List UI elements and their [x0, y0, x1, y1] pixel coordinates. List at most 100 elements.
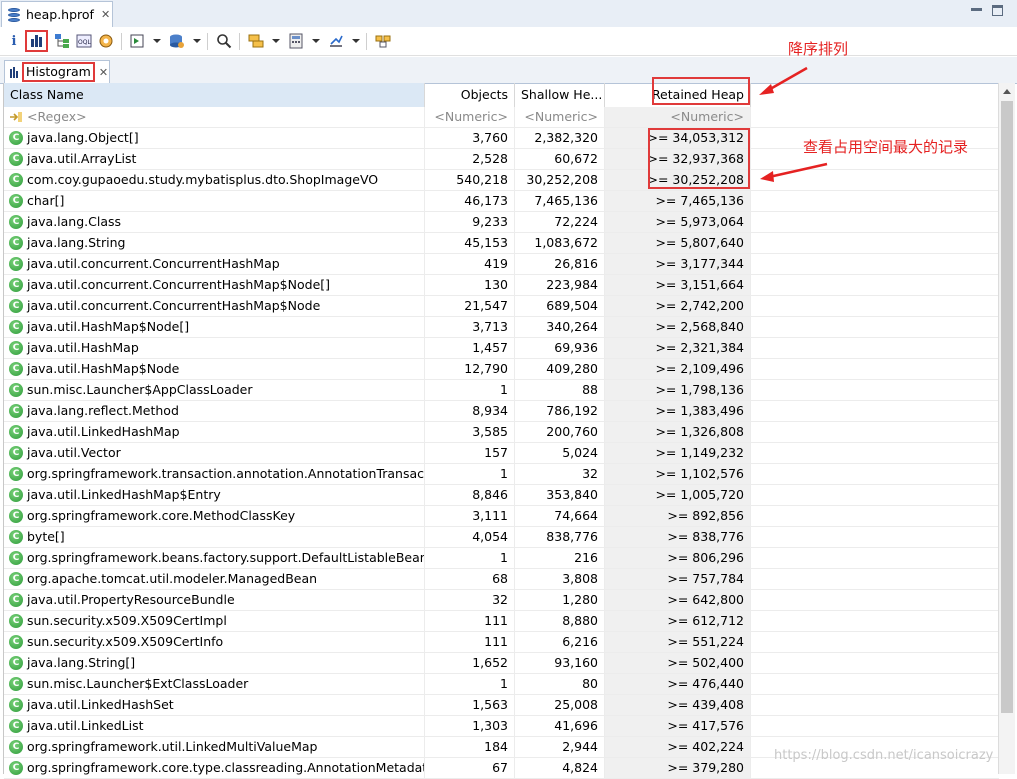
- shallow-heap-cell: 340,264: [515, 317, 605, 337]
- retained-heap-cell: >= 642,800: [605, 590, 751, 610]
- vertical-scrollbar[interactable]: [998, 83, 1015, 774]
- editor-tab-heap[interactable]: heap.hprof ✕: [1, 1, 113, 27]
- table-row[interactable]: Cjava.util.LinkedHashMap 3,585 200,760 >= 1…: [4, 422, 999, 443]
- table-row[interactable]: Cjava.lang.Class 9,233 72,224 >= 5,973,064: [4, 212, 999, 233]
- objects-cell: 111: [425, 611, 515, 631]
- table-row[interactable]: Csun.security.x509.X509CertImpl 111 8,880 >…: [4, 611, 999, 632]
- class-name-cell: Corg.apache.tomcat.util.modeler.ManagedB…: [4, 569, 425, 589]
- class-name-cell: Cjava.util.HashMap$Node[]: [4, 317, 425, 337]
- class-name-text: java.util.concurrent.ConcurrentHashMap$N…: [27, 298, 321, 313]
- class-name-cell: Csun.security.x509.X509CertImpl: [4, 611, 425, 631]
- chevron-down-icon[interactable]: [193, 39, 201, 43]
- class-icon: C: [9, 341, 23, 355]
- column-header-class-name[interactable]: Class Name: [4, 83, 425, 107]
- table-row[interactable]: Corg.springframework.core.MethodClassKey…: [4, 506, 999, 527]
- toolbar: i OQL: [0, 27, 1017, 56]
- close-icon[interactable]: ✕: [99, 66, 108, 79]
- table-row[interactable]: Corg.springframework.transaction.annotat…: [4, 464, 999, 485]
- table-row[interactable]: Cjava.lang.String 45,153 1,083,672 >= 5,807…: [4, 233, 999, 254]
- objects-cell: 1: [425, 674, 515, 694]
- shallow-heap-filter-input[interactable]: <Numeric>: [515, 107, 605, 127]
- class-name-filter-input[interactable]: <Regex>: [4, 107, 425, 127]
- calculate-button[interactable]: [286, 31, 306, 51]
- retained-heap-cell: >= 806,296: [605, 548, 751, 568]
- view-tab-bar: Histogram ✕: [0, 57, 1017, 84]
- class-icon: C: [9, 131, 23, 145]
- close-icon[interactable]: ✕: [101, 8, 110, 21]
- info-button[interactable]: i: [4, 31, 24, 51]
- class-icon: C: [9, 509, 23, 523]
- table-row[interactable]: Cchar[] 46,173 7,465,136 >= 7,465,136: [4, 191, 999, 212]
- annotation-view-largest: 查看占用空间最大的记录: [803, 138, 969, 156]
- class-name-text: java.util.Vector: [27, 445, 121, 460]
- shallow-heap-cell: 8,880: [515, 611, 605, 631]
- minimize-button[interactable]: [971, 5, 982, 11]
- shallow-heap-cell: 409,280: [515, 359, 605, 379]
- objects-filter-input[interactable]: <Numeric>: [425, 107, 515, 127]
- table-row[interactable]: Cjava.util.HashMap$Node 12,790 409,280 >= 2…: [4, 359, 999, 380]
- table-row[interactable]: Cjava.util.LinkedHashMap$Entry 8,846 353,8…: [4, 485, 999, 506]
- table-row[interactable]: Corg.springframework.beans.factory.suppo…: [4, 548, 999, 569]
- class-name-text: org.springframework.transaction.annotati…: [27, 466, 425, 481]
- shallow-heap-cell: 7,465,136: [515, 191, 605, 211]
- class-name-cell: Cjava.util.concurrent.ConcurrentHashMap: [4, 254, 425, 274]
- retained-heap-cell: >= 2,568,840: [605, 317, 751, 337]
- table-row[interactable]: Csun.misc.Launcher$ExtClassLoader 1 80 >= 4…: [4, 674, 999, 695]
- table-row[interactable]: Cjava.util.HashMap$Node[] 3,713 340,264 >= …: [4, 317, 999, 338]
- search-button[interactable]: [214, 31, 234, 51]
- table-row[interactable]: Cbyte[] 4,054 838,776 >= 838,776: [4, 527, 999, 548]
- table-row[interactable]: Ccom.coy.gupaoedu.study.mybatisplus.dto.…: [4, 170, 999, 191]
- class-icon: C: [9, 698, 23, 712]
- class-name-cell: Corg.springframework.util.LinkedMultiVal…: [4, 737, 425, 757]
- column-header-shallow-heap[interactable]: Shallow He...: [515, 83, 605, 107]
- shallow-heap-cell: 2,944: [515, 737, 605, 757]
- shallow-heap-cell: 689,504: [515, 296, 605, 316]
- maximize-button[interactable]: [992, 5, 1003, 16]
- tab-histogram-label: Histogram: [22, 62, 95, 82]
- class-icon: C: [9, 467, 23, 481]
- run-report-button[interactable]: [127, 31, 147, 51]
- table-row[interactable]: Cjava.util.concurrent.ConcurrentHashMap 4…: [4, 254, 999, 275]
- table-row[interactable]: Corg.apache.tomcat.util.modeler.ManagedB…: [4, 569, 999, 590]
- objects-cell: 1,652: [425, 653, 515, 673]
- dominator-tree-button[interactable]: [52, 31, 72, 51]
- histogram-button[interactable]: [25, 30, 48, 52]
- class-name-text: org.springframework.core.MethodClassKey: [27, 508, 296, 523]
- thread-overview-button[interactable]: [96, 31, 116, 51]
- group-by-button[interactable]: [246, 31, 266, 51]
- scroll-up-arrow-icon[interactable]: [1003, 89, 1011, 94]
- chevron-down-icon[interactable]: [312, 39, 320, 43]
- table-row[interactable]: Cjava.util.HashMap 1,457 69,936 >= 2,321,38…: [4, 338, 999, 359]
- class-name-cell: Cjava.util.Vector: [4, 443, 425, 463]
- table-row[interactable]: Csun.misc.Launcher$AppClassLoader 1 88 >= 1…: [4, 380, 999, 401]
- class-name-text: org.springframework.beans.factory.suppor…: [27, 550, 425, 565]
- class-name-text: java.util.LinkedHashMap: [27, 424, 180, 439]
- chevron-down-icon[interactable]: [153, 39, 161, 43]
- compare-button[interactable]: [373, 31, 393, 51]
- table-row[interactable]: Cjava.util.concurrent.ConcurrentHashMap$…: [4, 275, 999, 296]
- retained-heap-filter-input[interactable]: <Numeric>: [605, 107, 751, 127]
- table-row[interactable]: Cjava.util.Vector 157 5,024 >= 1,149,232: [4, 443, 999, 464]
- histogram-table: Class Name Objects Shallow He... Retaine…: [3, 83, 999, 779]
- chevron-down-icon[interactable]: [272, 39, 280, 43]
- table-row[interactable]: Csun.security.x509.X509CertInfo 111 6,216 >…: [4, 632, 999, 653]
- table-row[interactable]: Cjava.util.LinkedList 1,303 41,696 >= 417,5…: [4, 716, 999, 737]
- chevron-down-icon[interactable]: [352, 39, 360, 43]
- export-button[interactable]: [326, 31, 346, 51]
- table-row[interactable]: Cjava.util.concurrent.ConcurrentHashMap$…: [4, 296, 999, 317]
- scrollbar-thumb[interactable]: [1001, 101, 1013, 713]
- oql-button[interactable]: OQL: [74, 31, 94, 51]
- regex-placeholder: <Regex>: [27, 109, 87, 124]
- column-header-objects[interactable]: Objects: [425, 83, 515, 107]
- shallow-heap-cell: 80: [515, 674, 605, 694]
- table-row[interactable]: Cjava.lang.String[] 1,652 93,160 >= 502,400: [4, 653, 999, 674]
- tab-histogram[interactable]: Histogram ✕: [4, 60, 110, 83]
- query-browser-button[interactable]: [167, 31, 187, 51]
- class-name-text: java.util.LinkedHashMap$Entry: [27, 487, 221, 502]
- table-row[interactable]: Cjava.util.LinkedHashSet 1,563 25,008 >= 43…: [4, 695, 999, 716]
- objects-cell: 8,846: [425, 485, 515, 505]
- table-row[interactable]: Cjava.lang.reflect.Method 8,934 786,192 >= …: [4, 401, 999, 422]
- objects-cell: 3,111: [425, 506, 515, 526]
- compare-icon: [375, 35, 391, 48]
- table-row[interactable]: Cjava.util.PropertyResourceBundle 32 1,280…: [4, 590, 999, 611]
